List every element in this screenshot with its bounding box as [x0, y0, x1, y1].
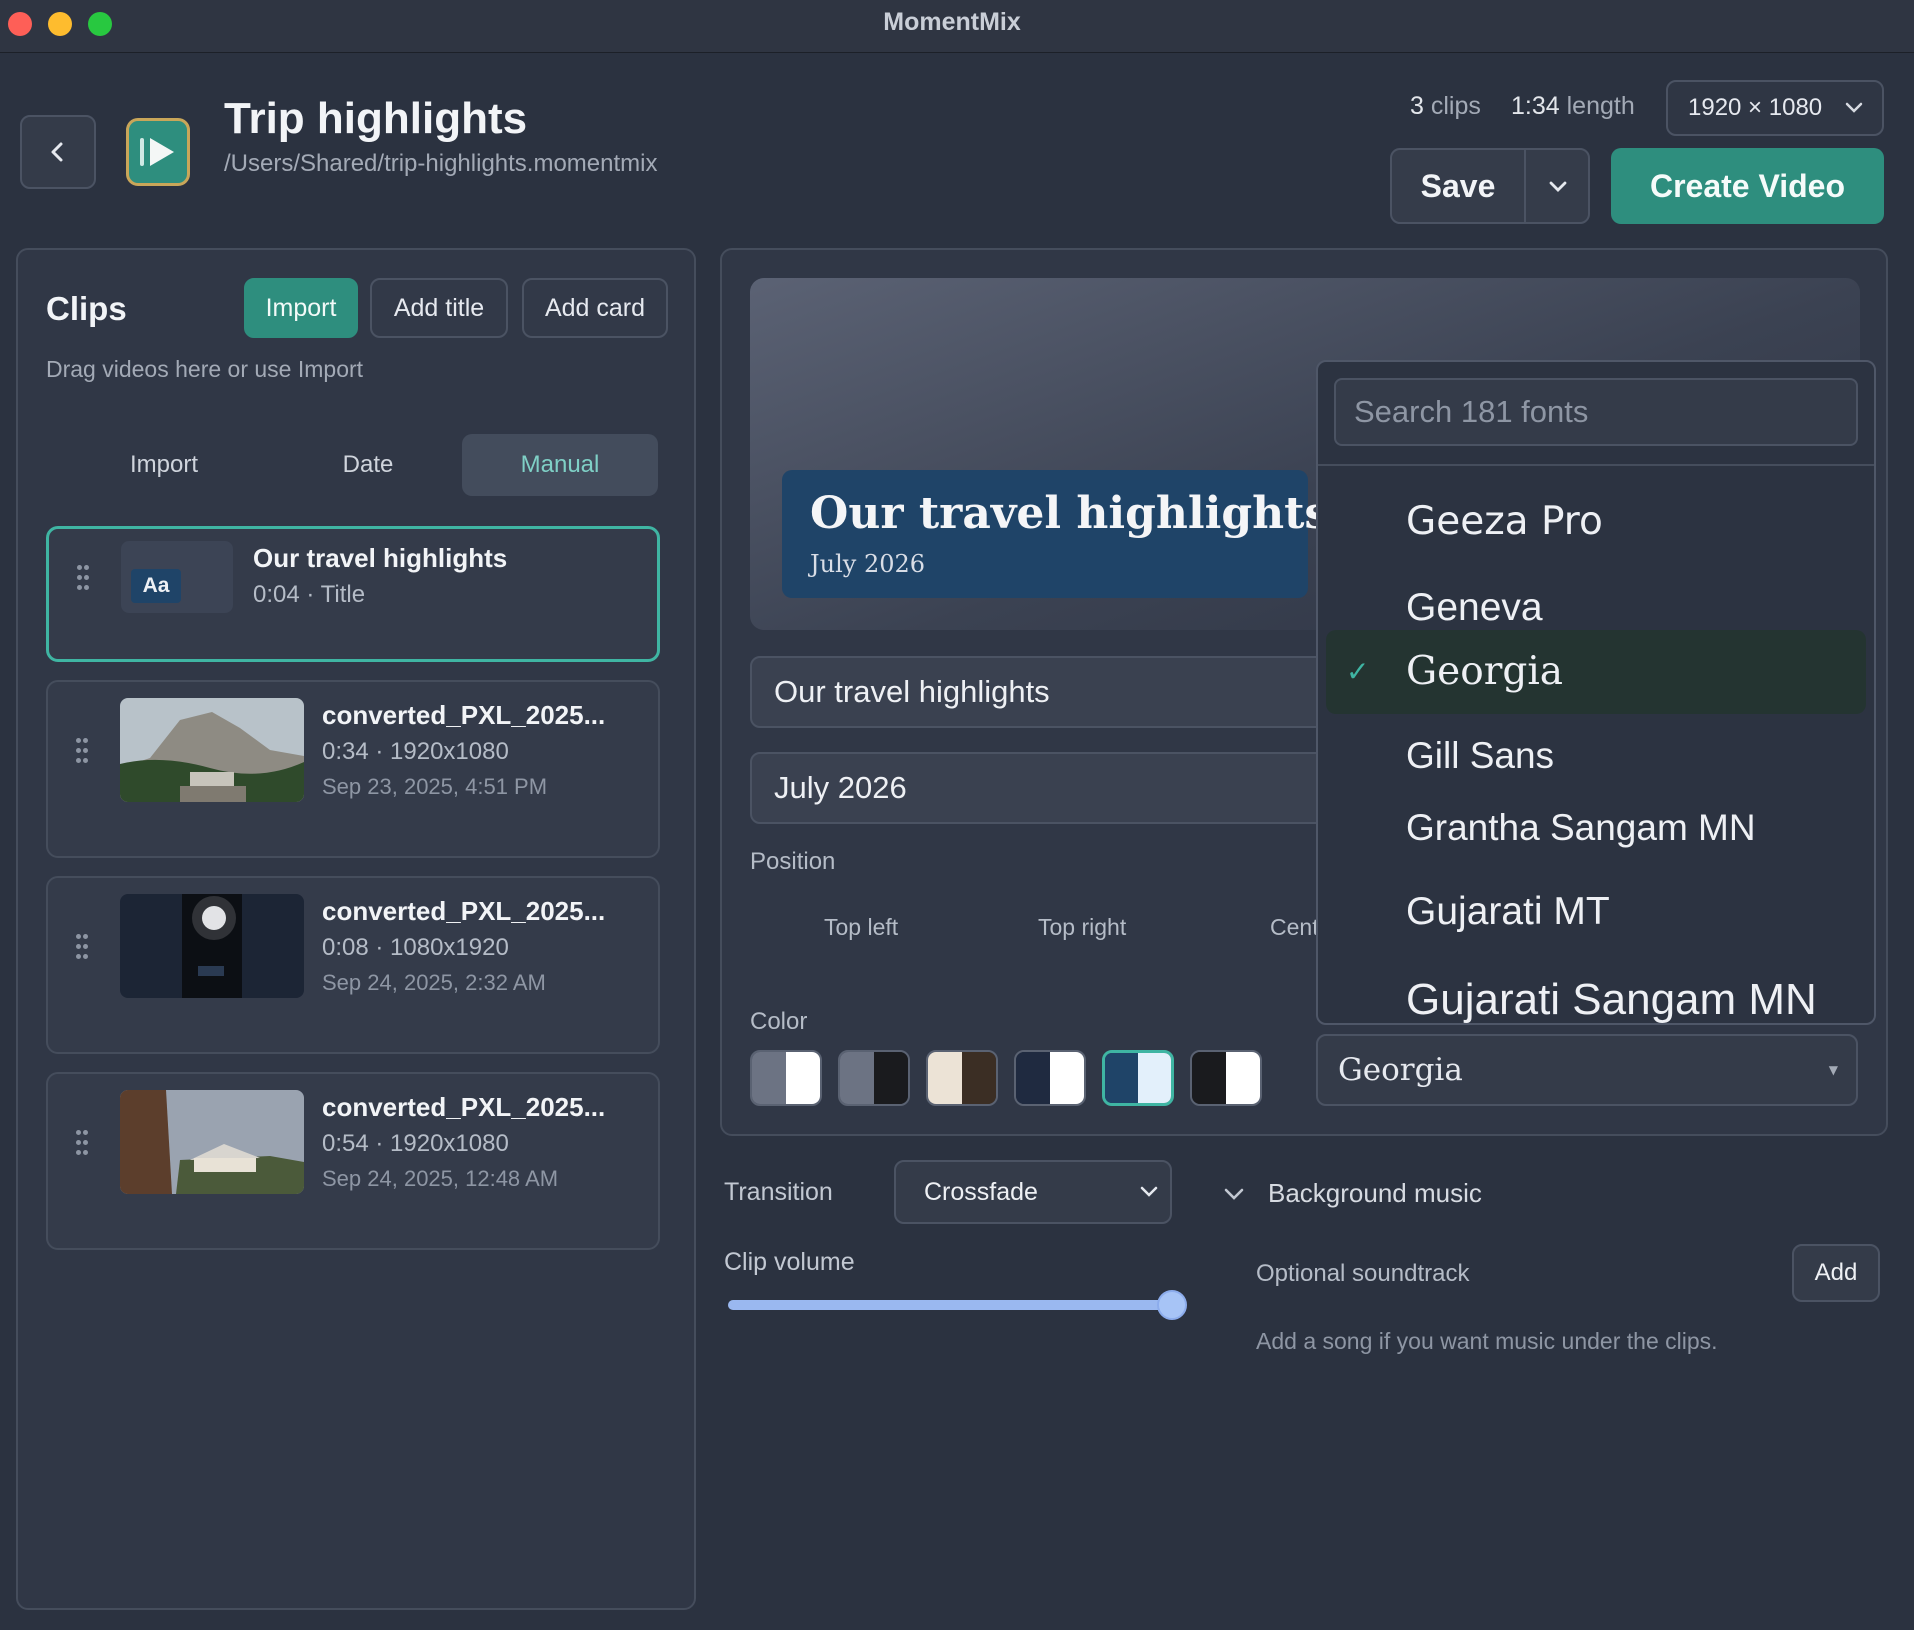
project-title: Trip highlights	[224, 94, 528, 143]
clip-name: Our travel highlights	[253, 543, 508, 573]
slider-fill	[728, 1300, 1172, 1310]
clip-volume-slider[interactable]	[728, 1300, 1172, 1310]
drag-handle-icon[interactable]	[77, 565, 93, 595]
clip-meta: 0:34 · 1920x1080	[322, 738, 509, 765]
title-thumbnail: Aa	[121, 541, 233, 613]
drag-handle-icon[interactable]	[76, 934, 92, 964]
clip-volume-label: Clip volume	[724, 1248, 855, 1276]
position-label: Position	[750, 848, 836, 875]
window-title: MomentMix	[883, 8, 1021, 36]
chevron-down-icon	[1549, 181, 1567, 192]
clip-meta: 0:04 · Title	[253, 581, 366, 608]
preview-subtitle: July 2026	[810, 550, 926, 578]
clip-date: Sep 24, 2025, 12:48 AM	[322, 1166, 559, 1191]
save-options-button[interactable]	[1528, 150, 1588, 222]
chevron-down-icon	[1844, 82, 1864, 153]
position-center[interactable]: Cent	[1270, 914, 1319, 941]
preview-title-card: Our travel highlights July 2026	[782, 470, 1329, 598]
divider	[1318, 464, 1874, 466]
clips-title: Clips	[46, 290, 127, 327]
color-swatch[interactable]	[838, 1050, 910, 1106]
chevron-down-icon	[1138, 1162, 1160, 1244]
font-select-value: Georgia	[1338, 1052, 1463, 1088]
position-top-right[interactable]: Top right	[1038, 914, 1126, 941]
clip-name: converted_PXL_2025...	[322, 1092, 606, 1122]
save-button[interactable]: Save	[1392, 150, 1526, 222]
clip-meta: 0:08 · 1080x1920	[322, 934, 509, 961]
color-swatch[interactable]	[926, 1050, 998, 1106]
clip-item[interactable]: converted_PXL_2025... 0:34 · 1920x1080 S…	[46, 680, 660, 858]
checkmark-icon: ✓	[1346, 655, 1370, 688]
title-bar: MomentMix	[0, 0, 1914, 53]
font-option[interactable]: Geeza Pro	[1326, 480, 1866, 564]
drag-handle-icon[interactable]	[76, 1130, 92, 1160]
play-icon	[140, 138, 174, 166]
chevron-left-icon	[51, 142, 63, 162]
clip-name: converted_PXL_2025...	[322, 700, 606, 730]
font-select[interactable]: Georgia ▼	[1316, 1034, 1858, 1106]
app-icon	[126, 118, 190, 186]
save-button-group: Save	[1390, 148, 1590, 224]
font-search-input[interactable]: Search 181 fonts	[1334, 378, 1858, 446]
position-top-left[interactable]: Top left	[824, 914, 898, 941]
font-dropdown: Search 181 fonts Geeza Pro Geneva ✓ Geor…	[1316, 360, 1876, 1025]
music-hint: Add a song if you want music under the c…	[1256, 1328, 1718, 1354]
drag-handle-icon[interactable]	[76, 738, 92, 768]
clip-item[interactable]: converted_PXL_2025... 0:54 · 1920x1080 S…	[46, 1072, 660, 1250]
add-card-button[interactable]: Add card	[522, 278, 668, 338]
title-badge: Aa	[131, 569, 181, 603]
color-label: Color	[750, 1008, 808, 1035]
resolution-select[interactable]: 1920 × 1080	[1666, 80, 1884, 136]
add-title-button[interactable]: Add title	[370, 278, 508, 338]
caret-down-icon: ▼	[1828, 1063, 1838, 1077]
total-length: 1:34 length	[1511, 92, 1635, 120]
slider-thumb[interactable]	[1157, 1290, 1187, 1320]
background-music-label: Background music	[1268, 1178, 1482, 1208]
chevron-down-icon	[1224, 1188, 1244, 1200]
clip-date: Sep 24, 2025, 2:32 AM	[322, 970, 546, 995]
clip-thumbnail	[120, 1090, 304, 1194]
color-swatch[interactable]	[1014, 1050, 1086, 1106]
clip-thumbnail	[120, 698, 304, 802]
sort-date[interactable]: Date	[270, 434, 466, 496]
preview-title: Our travel highlights	[810, 488, 1330, 539]
transition-label: Transition	[724, 1178, 833, 1206]
color-swatch[interactable]	[1190, 1050, 1262, 1106]
clip-name: converted_PXL_2025...	[322, 896, 606, 926]
import-button[interactable]: Import	[244, 278, 358, 338]
clip-count: 3 clips	[1410, 92, 1481, 120]
sort-import[interactable]: Import	[66, 434, 262, 496]
font-option[interactable]: Grantha Sangam MN	[1326, 786, 1866, 870]
project-path: /Users/Shared/trip-highlights.momentmix	[224, 150, 658, 177]
font-option-selected[interactable]: ✓ Georgia	[1326, 630, 1866, 714]
resolution-value: 1920 × 1080	[1688, 94, 1823, 121]
clip-item[interactable]: converted_PXL_2025... 0:08 · 1080x1920 S…	[46, 876, 660, 1054]
clips-panel: Clips Import Add title Add card Drag vid…	[16, 248, 696, 1610]
clips-hint: Drag videos here or use Import	[46, 356, 364, 382]
font-option[interactable]: Gujarati Sangam MN	[1326, 958, 1866, 1023]
transition-value: Crossfade	[924, 1178, 1038, 1206]
back-button[interactable]	[20, 115, 96, 189]
font-option[interactable]: Gujarati MT	[1326, 870, 1866, 954]
background-music-toggle[interactable]: Background music	[1222, 1178, 1482, 1209]
transition-select[interactable]: Crossfade	[894, 1160, 1172, 1224]
create-video-button[interactable]: Create Video	[1611, 148, 1884, 224]
sort-manual[interactable]: Manual	[462, 434, 658, 496]
color-swatch[interactable]	[750, 1050, 822, 1106]
clip-thumbnail	[120, 894, 304, 998]
clip-meta: 0:54 · 1920x1080	[322, 1130, 509, 1157]
color-swatch[interactable]	[1102, 1050, 1174, 1106]
clip-date: Sep 23, 2025, 4:51 PM	[322, 774, 548, 799]
soundtrack-label: Optional soundtrack	[1256, 1260, 1470, 1287]
add-music-button[interactable]: Add	[1792, 1244, 1880, 1302]
clip-item[interactable]: Aa Our travel highlights 0:04 · Title	[46, 526, 660, 662]
